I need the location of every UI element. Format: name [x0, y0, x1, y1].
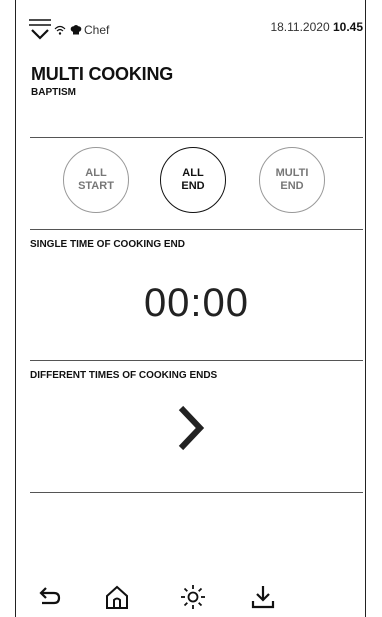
- all-start-label-line2: START: [78, 180, 114, 192]
- single-time-value[interactable]: 00:00: [30, 281, 363, 326]
- all-start-button[interactable]: ALL START: [63, 147, 129, 213]
- page-title: MULTI COOKING: [31, 64, 174, 84]
- chef-hat-icon: [70, 25, 82, 35]
- status-icons: Chef: [28, 16, 109, 44]
- frame-border-right: [365, 0, 366, 617]
- all-end-label-line1: ALL: [182, 167, 204, 179]
- user-name: Chef: [84, 23, 110, 37]
- back-arrow-icon[interactable]: [37, 584, 63, 610]
- multi-end-label-line1: MULTI: [275, 167, 309, 179]
- all-end-button[interactable]: ALL END: [160, 147, 226, 213]
- multi-cooking-screen: Chef 18.11.2020 10.45 MULTI COOKING BAPT…: [0, 0, 382, 617]
- home-icon[interactable]: [104, 584, 130, 610]
- multi-end-label-line2: END: [280, 180, 304, 192]
- date-time: 18.11.2020 10.45: [270, 20, 363, 34]
- divider-middle: [30, 360, 363, 361]
- light-icon[interactable]: [180, 584, 206, 610]
- page-subtitle: BAPTISM: [31, 87, 76, 98]
- all-end-label-line2: END: [181, 180, 205, 192]
- menu-chevron-icon[interactable]: [28, 16, 52, 44]
- status-bar: Chef 18.11.2020 10.45: [16, 0, 365, 44]
- date-text: 18.11.2020: [270, 20, 330, 34]
- all-start-label: ALL START: [71, 167, 121, 193]
- bottom-nav: [16, 580, 365, 617]
- chevron-right-icon[interactable]: [166, 402, 216, 454]
- mode-buttons-row: ALL START ALL END MULTI END: [63, 147, 325, 217]
- divider-top: [30, 137, 363, 138]
- multi-end-label: MULTI END: [267, 167, 317, 193]
- divider-bottom: [30, 492, 363, 493]
- divider-buttons: [30, 229, 363, 230]
- download-icon[interactable]: [250, 584, 276, 610]
- time-text: 10.45: [332, 20, 363, 34]
- single-time-label: SINGLE TIME OF COOKING END: [30, 239, 186, 250]
- different-times-label: DIFFERENT TIMES OF COOKING ENDS: [30, 370, 218, 381]
- all-end-label: ALL END: [168, 167, 218, 193]
- all-start-label-line1: ALL: [85, 167, 107, 179]
- wifi-icon: [54, 25, 66, 35]
- multi-end-button[interactable]: MULTI END: [259, 147, 325, 213]
- frame-border-left: [15, 0, 16, 617]
